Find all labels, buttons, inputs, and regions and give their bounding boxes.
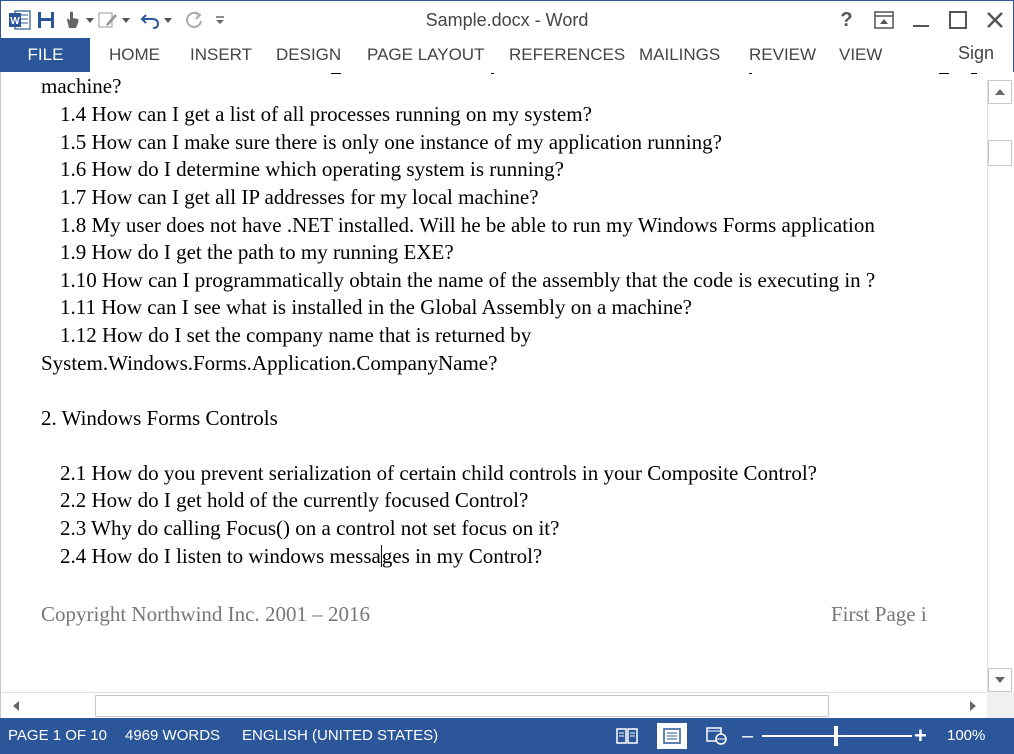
- text-after-cursor: ges in my Control?: [381, 544, 543, 568]
- document-line: System.Windows.Forms.Application.Company…: [41, 351, 498, 375]
- zoom-slider-knob[interactable]: [834, 726, 838, 746]
- comment-dropdown-icon[interactable]: [121, 7, 131, 33]
- close-icon[interactable]: [976, 1, 1013, 39]
- tab-insert[interactable]: INSERT: [190, 38, 252, 72]
- word-count[interactable]: 4969 WORDS: [125, 718, 220, 754]
- word-app-icon[interactable]: W: [7, 7, 33, 33]
- horizontal-scroll-thumb[interactable]: [95, 695, 829, 717]
- page-count[interactable]: PAGE 1 OF 10: [8, 718, 107, 754]
- tab-view[interactable]: VIEW: [839, 38, 882, 72]
- document-line: 1.11 How can I see what is installed in …: [60, 295, 692, 319]
- document-line: 1.10 How can I programmatically obtain t…: [60, 268, 876, 292]
- save-icon[interactable]: [33, 7, 59, 33]
- language-indicator[interactable]: ENGLISH (UNITED STATES): [242, 718, 438, 754]
- horizontal-scrollbar[interactable]: [0, 692, 987, 718]
- scroll-left-arrow-icon[interactable]: [5, 695, 27, 717]
- document-line: 1.4 How can I get a list of all processe…: [60, 102, 592, 126]
- touch-mode-icon[interactable]: [59, 7, 85, 33]
- document-line: 2.1 How do you prevent serialization of …: [60, 461, 818, 485]
- footer-copyright: Copyright Northwind Inc. 2001 – 2016: [41, 602, 370, 626]
- maximize-icon[interactable]: [939, 1, 976, 39]
- help-button[interactable]: ?: [828, 1, 865, 39]
- scroll-up-arrow-icon[interactable]: [988, 80, 1012, 104]
- customize-toolbar-icon[interactable]: [207, 7, 233, 33]
- window-controls: ?: [828, 1, 1013, 39]
- tab-home[interactable]: HOME: [109, 38, 160, 72]
- document-line: 1.8 My user does not have .NET installed…: [60, 213, 875, 237]
- quick-access-toolbar: W: [7, 7, 233, 33]
- redo-icon[interactable]: [181, 7, 207, 33]
- sign-in-link[interactable]: Sign in: [958, 38, 1013, 93]
- zoom-out-button[interactable]: –: [742, 718, 753, 754]
- help-label: ?: [840, 8, 853, 31]
- document-canvas[interactable]: machine? 1.4 How can I get a list of all…: [0, 72, 987, 692]
- touch-mode-dropdown-icon[interactable]: [85, 7, 95, 33]
- undo-dropdown-icon[interactable]: [163, 7, 173, 33]
- document-line: machine?: [41, 74, 122, 98]
- section-heading: 2. Windows Forms Controls: [41, 406, 278, 430]
- document-line: 1.5 How can I make sure there is only on…: [60, 130, 722, 154]
- scrollbar-corner: [987, 692, 1014, 718]
- document-line: 1.12 How do I set the company name that …: [60, 323, 532, 347]
- zoom-in-button[interactable]: +: [914, 718, 927, 754]
- ribbon-display-options-icon[interactable]: [865, 1, 902, 39]
- document-line: 1.7 How can I get all IP addresses for m…: [60, 185, 539, 209]
- clipped-text-line: [1, 72, 987, 74]
- read-mode-icon[interactable]: [612, 723, 642, 749]
- text-before-cursor: 2.4 How do I listen to windows messa: [60, 544, 381, 568]
- tab-mailings[interactable]: MAILINGS: [639, 38, 720, 72]
- document-line: 1.9 How do I get the path to my running …: [60, 240, 454, 264]
- print-layout-icon[interactable]: [657, 723, 687, 749]
- minimize-icon[interactable]: [902, 1, 939, 39]
- ribbon-tabs: FILE HOME INSERT DESIGN PAGE LAYOUT REFE…: [0, 38, 1014, 93]
- new-comment-icon[interactable]: [95, 7, 121, 33]
- vertical-scroll-thumb[interactable]: [988, 140, 1012, 166]
- scroll-down-arrow-icon[interactable]: [988, 668, 1012, 692]
- tab-file[interactable]: FILE: [1, 38, 90, 72]
- document-line: 2.3 Why do calling Focus() on a control …: [60, 516, 560, 540]
- tab-page-layout[interactable]: PAGE LAYOUT: [367, 38, 484, 72]
- tab-review[interactable]: REVIEW: [749, 38, 816, 72]
- undo-icon[interactable]: [137, 7, 163, 33]
- tab-references[interactable]: REFERENCES: [509, 38, 625, 72]
- document-line: 1.6 How do I determine which operating s…: [60, 157, 564, 181]
- web-layout-icon[interactable]: [702, 723, 732, 749]
- document-line-with-cursor: 2.4 How do I listen to windows messages …: [60, 544, 542, 569]
- word-icon-letter: W: [10, 16, 20, 27]
- tab-design[interactable]: DESIGN: [276, 38, 341, 72]
- status-bar: PAGE 1 OF 10 4969 WORDS ENGLISH (UNITED …: [0, 718, 1014, 754]
- footer-page-label: First Page i: [831, 602, 927, 626]
- scroll-right-arrow-icon[interactable]: [962, 695, 984, 717]
- document-line: 2.2 How do I get hold of the currently f…: [60, 488, 529, 512]
- title-bar: W Sample.docx - Word ?: [0, 0, 1014, 38]
- vertical-scrollbar[interactable]: [987, 80, 1012, 692]
- zoom-level[interactable]: 100%: [947, 718, 985, 754]
